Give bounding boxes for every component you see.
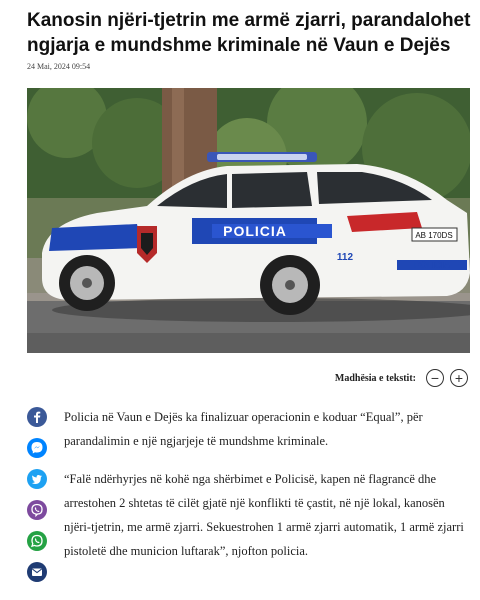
article-title: Kanosin njëri-tjetrin me armë zjarri, pa… <box>27 10 471 56</box>
twitter-icon[interactable] <box>27 469 47 489</box>
unit-number: 112 <box>337 252 354 263</box>
article-paragraph: Policia në Vaun e Dejës ka finalizuar op… <box>64 410 423 448</box>
article-paragraph: “Falë ndërhyrjes në kohë nga shërbimet e… <box>64 472 464 558</box>
door-lettering: POLICIA <box>223 223 287 239</box>
rear-lettering: POLICIA <box>414 260 451 270</box>
email-icon[interactable] <box>27 562 47 582</box>
facebook-icon[interactable] <box>27 407 47 427</box>
article-date: 24 Mai, 2024 09:54 <box>27 62 91 71</box>
whatsapp-icon[interactable] <box>27 531 47 551</box>
text-size-controls: Madhësia e tekstit: − + <box>335 367 468 389</box>
decrease-text-button[interactable]: − <box>426 369 444 387</box>
increase-text-button[interactable]: + <box>450 369 468 387</box>
messenger-icon[interactable] <box>27 438 47 458</box>
text-size-label: Madhësia e tekstit: <box>334 372 416 384</box>
viber-icon[interactable] <box>27 500 47 520</box>
article-photo: AB 170DS POLICIA POLICIA 112 <box>27 88 470 353</box>
article-body: Policia në Vaun e Dejës ka finalizuar op… <box>64 405 468 577</box>
license-plate: AB 170DS <box>415 231 452 240</box>
